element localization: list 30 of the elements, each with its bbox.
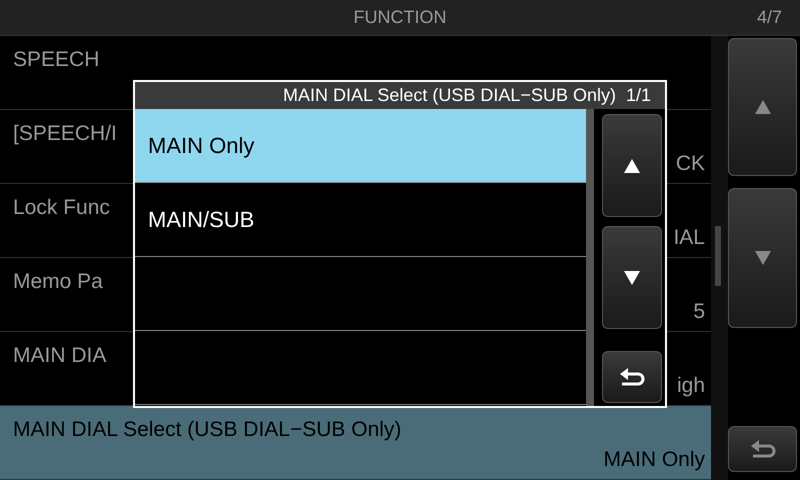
option-up-button[interactable] <box>602 114 662 217</box>
return-arrow-icon <box>750 440 776 458</box>
menu-item[interactable]: MAIN DIAL Select (USB DIAL−SUB Only) MAIN Only <box>0 406 711 480</box>
up-triangle-icon <box>754 100 770 114</box>
dialog-back-button[interactable] <box>602 351 662 403</box>
menu-item-label: Lock Func <box>13 195 110 221</box>
screen-title: FUNCTION <box>354 6 446 29</box>
dialog-title: MAIN DIAL Select (USB DIAL−SUB Only) <box>283 84 616 107</box>
scroll-up-button[interactable] <box>728 38 797 176</box>
menu-item-label: SPEECH <box>13 47 100 73</box>
return-arrow-icon <box>619 368 645 386</box>
scroll-down-button[interactable] <box>728 188 797 328</box>
menu-item-value: IAL <box>673 224 705 250</box>
menu-item-label: Memo Pa <box>13 269 103 295</box>
down-triangle-icon <box>624 270 640 284</box>
menu-item-label: MAIN DIA <box>13 343 106 369</box>
menu-item-label: MAIN DIAL Select (USB DIAL−SUB Only) <box>13 417 402 443</box>
dialog-page-indicator: 1/1 <box>626 84 651 107</box>
menu-item-value: MAIN Only <box>603 446 705 472</box>
back-button[interactable] <box>728 426 797 472</box>
menu-item-value: igh <box>676 372 705 398</box>
menu-item-label: [SPEECH/I <box>13 121 117 147</box>
menu-item-value: 5 <box>693 298 705 324</box>
up-triangle-icon <box>624 158 640 172</box>
option-down-button[interactable] <box>602 226 662 329</box>
option-item[interactable]: MAIN Only <box>135 109 586 183</box>
menu-item-value: CK <box>676 150 705 176</box>
scrollbar-thumb[interactable] <box>715 226 721 286</box>
page-indicator: 4/7 <box>756 6 783 29</box>
down-triangle-icon <box>754 251 770 265</box>
